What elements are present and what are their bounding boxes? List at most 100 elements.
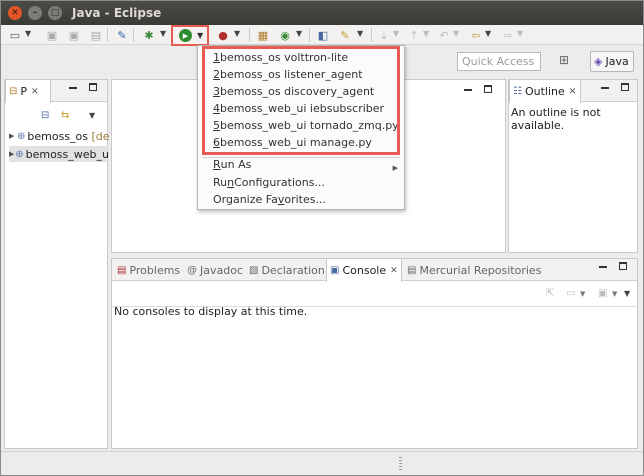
console-toolbar: ⇱ ▭ ▼ ▣ ▼ ▼	[112, 283, 637, 307]
console-panel: ▤ Problems @ Javadoc ▧ Declaration ▣ Con…	[111, 258, 638, 449]
new-package-icon[interactable]: ▦	[255, 27, 271, 43]
outline-tab-label: Outline	[524, 85, 565, 98]
java-perspective-label: Java	[605, 55, 629, 68]
menu-item-label: bemoss_os volttron-lite	[220, 51, 349, 64]
forward-dropdown-icon[interactable]: ▼	[517, 29, 523, 38]
menu-item-organize-favorites[interactable]: Organize Fa v orites...	[213, 191, 326, 208]
mercurial-icon: ▤	[407, 264, 417, 276]
menu-item-label: bemoss_os discovery_agent	[220, 85, 375, 98]
outline-message-line: An outline is not	[511, 106, 601, 119]
back-dropdown-icon[interactable]: ▼	[485, 29, 491, 38]
last-edit-icon[interactable]: ↶	[437, 27, 451, 43]
main-toolbar: ▭ ▼ ▣ ▣ ▤ ✎ ✱ ▼ ▶ ▼ ● ▼ ▦ ◉ ▼ ◧ ✎ ▼ ⇣ ▼ …	[1, 25, 643, 46]
menu-item-number: 3	[213, 85, 220, 98]
tab-problems[interactable]: ▤ Problems	[114, 259, 183, 281]
toolbar-separator	[309, 28, 310, 42]
link-with-editor-icon[interactable]: ⇆	[61, 110, 69, 121]
minimize-icon[interactable]	[464, 89, 472, 91]
next-annotation-icon[interactable]: ⇣	[377, 27, 391, 43]
java-perspective-button[interactable]: ◈ Java	[590, 51, 634, 72]
open-console-icon[interactable]: ▣	[598, 288, 607, 299]
back-arrow-icon[interactable]: ⇦	[469, 27, 483, 43]
maximize-icon[interactable]	[619, 262, 627, 270]
tab-package-explorer[interactable]: ⊟ P ✕	[5, 80, 51, 103]
new-file-icon[interactable]: ▭	[7, 27, 23, 43]
minimize-icon[interactable]	[599, 266, 607, 268]
previous-annotation-icon[interactable]: ⇡	[407, 27, 421, 43]
menu-item-number: 4	[213, 102, 220, 115]
maximize-window-button[interactable]: □	[48, 6, 62, 20]
minimize-window-button[interactable]: –	[28, 6, 42, 20]
forward-arrow-icon[interactable]: ⇨	[501, 27, 515, 43]
display-console-dropdown-icon[interactable]: ▼	[580, 290, 585, 298]
maximize-icon[interactable]	[484, 85, 492, 93]
toolbar-separator	[107, 28, 108, 42]
status-bar-grip	[399, 457, 402, 471]
close-window-button[interactable]: ✕	[8, 6, 22, 20]
run-button[interactable]: ▶ ▼	[171, 25, 209, 46]
last-edit-dropdown-icon[interactable]: ▼	[453, 29, 459, 38]
close-icon[interactable]: ✕	[31, 87, 39, 97]
new-dropdown-icon[interactable]: ▼	[25, 29, 31, 38]
print-icon[interactable]: ▤	[89, 27, 103, 43]
expand-arrow-icon[interactable]: ▶	[9, 132, 17, 140]
quick-access-input[interactable]: Quick Access	[457, 52, 541, 71]
new-class-dropdown-icon[interactable]: ▼	[296, 29, 302, 38]
open-type-icon[interactable]: ◧	[315, 27, 331, 43]
tab-declaration[interactable]: ▧ Declaration	[246, 259, 328, 281]
menu-item-recent-launch[interactable]: 4 bemoss_web_ui iebsubscriber	[213, 100, 384, 117]
new-class-icon[interactable]: ◉	[277, 27, 293, 43]
tab-label: Javadoc	[200, 263, 243, 277]
console-panel-header: ▤ Problems @ Javadoc ▧ Declaration ▣ Con…	[112, 259, 637, 282]
menu-item-number: 1	[213, 51, 220, 64]
menu-item-recent-launch[interactable]: 1 bemoss_os volttron-lite	[213, 49, 348, 66]
toolbar-separator	[133, 28, 134, 42]
tab-console[interactable]: ▣ Console ✕	[326, 259, 402, 282]
display-console-icon[interactable]: ▭	[566, 288, 575, 299]
outline-header: ☷ Outline ✕	[509, 80, 637, 103]
debug-icon[interactable]: ✱	[141, 27, 157, 43]
menu-item-run-as[interactable]: Run As	[213, 156, 251, 173]
menu-item-label: bemoss_web_ui tornado_zmq.py	[220, 119, 399, 132]
next-annotation-dropdown-icon[interactable]: ▼	[393, 29, 399, 38]
external-tools-dropdown-icon[interactable]: ▼	[234, 29, 240, 38]
open-perspective-icon[interactable]: ⊞	[559, 53, 569, 67]
external-tools-icon[interactable]: ●	[215, 27, 231, 43]
collapse-all-icon[interactable]: ⊟	[41, 110, 49, 121]
debug-dropdown-icon[interactable]: ▼	[160, 29, 166, 38]
menu-item-recent-launch[interactable]: 5 bemoss_web_ui tornado_zmq.py	[213, 117, 399, 134]
previous-annotation-dropdown-icon[interactable]: ▼	[423, 29, 429, 38]
eclipse-window: ✕ – □ Java - Eclipse ▭ ▼ ▣ ▣ ▤ ✎ ✱ ▼ ▶ ▼…	[0, 0, 644, 476]
maximize-icon[interactable]	[89, 83, 97, 91]
javadoc-icon: @	[187, 264, 197, 276]
minimize-icon[interactable]	[69, 87, 77, 89]
save-icon[interactable]: ▣	[45, 27, 59, 43]
minimize-icon[interactable]	[601, 87, 609, 89]
menu-item-label-part: Configurations...	[234, 176, 325, 189]
menu-item-recent-launch[interactable]: 6 bemoss_web_ui manage.py	[213, 134, 372, 151]
close-icon[interactable]: ✕	[390, 266, 398, 276]
tree-item[interactable]: ▶ ⊕ bemoss_os [de	[9, 128, 110, 144]
tab-mercurial-repositories[interactable]: ▤ Mercurial Repositories	[404, 259, 544, 281]
view-menu-icon[interactable]: ▼	[624, 289, 630, 298]
open-console-dropdown-icon[interactable]: ▼	[612, 290, 617, 298]
pin-console-icon[interactable]: ⇱	[546, 288, 554, 299]
save-all-icon[interactable]: ▣	[67, 27, 81, 43]
search-icon[interactable]: ✎	[337, 27, 353, 43]
status-bar	[1, 451, 643, 475]
toggle-breakpoint-icon[interactable]: ✎	[115, 27, 129, 43]
menu-item-recent-launch[interactable]: 2 bemoss_os listener_agent	[213, 66, 363, 83]
tab-javadoc[interactable]: @ Javadoc	[184, 259, 246, 281]
title-bar: ✕ – □ Java - Eclipse	[1, 1, 643, 25]
tree-item[interactable]: ▶ ⊕ bemoss_web_u	[9, 146, 109, 162]
tab-outline[interactable]: ☷ Outline ✕	[509, 80, 581, 103]
menu-item-recent-launch[interactable]: 3 bemoss_os discovery_agent	[213, 83, 374, 100]
search-dropdown-icon[interactable]: ▼	[357, 29, 363, 38]
maximize-icon[interactable]	[621, 83, 629, 91]
project-name: bemoss_web_u	[25, 147, 109, 161]
close-icon[interactable]: ✕	[569, 87, 577, 97]
menu-item-run-configurations[interactable]: Ru n Configurations...	[213, 174, 325, 191]
menu-item-mnemonic: R	[213, 158, 221, 171]
run-dropdown-icon[interactable]: ▼	[197, 31, 203, 40]
view-menu-icon[interactable]: ▼	[89, 111, 95, 120]
